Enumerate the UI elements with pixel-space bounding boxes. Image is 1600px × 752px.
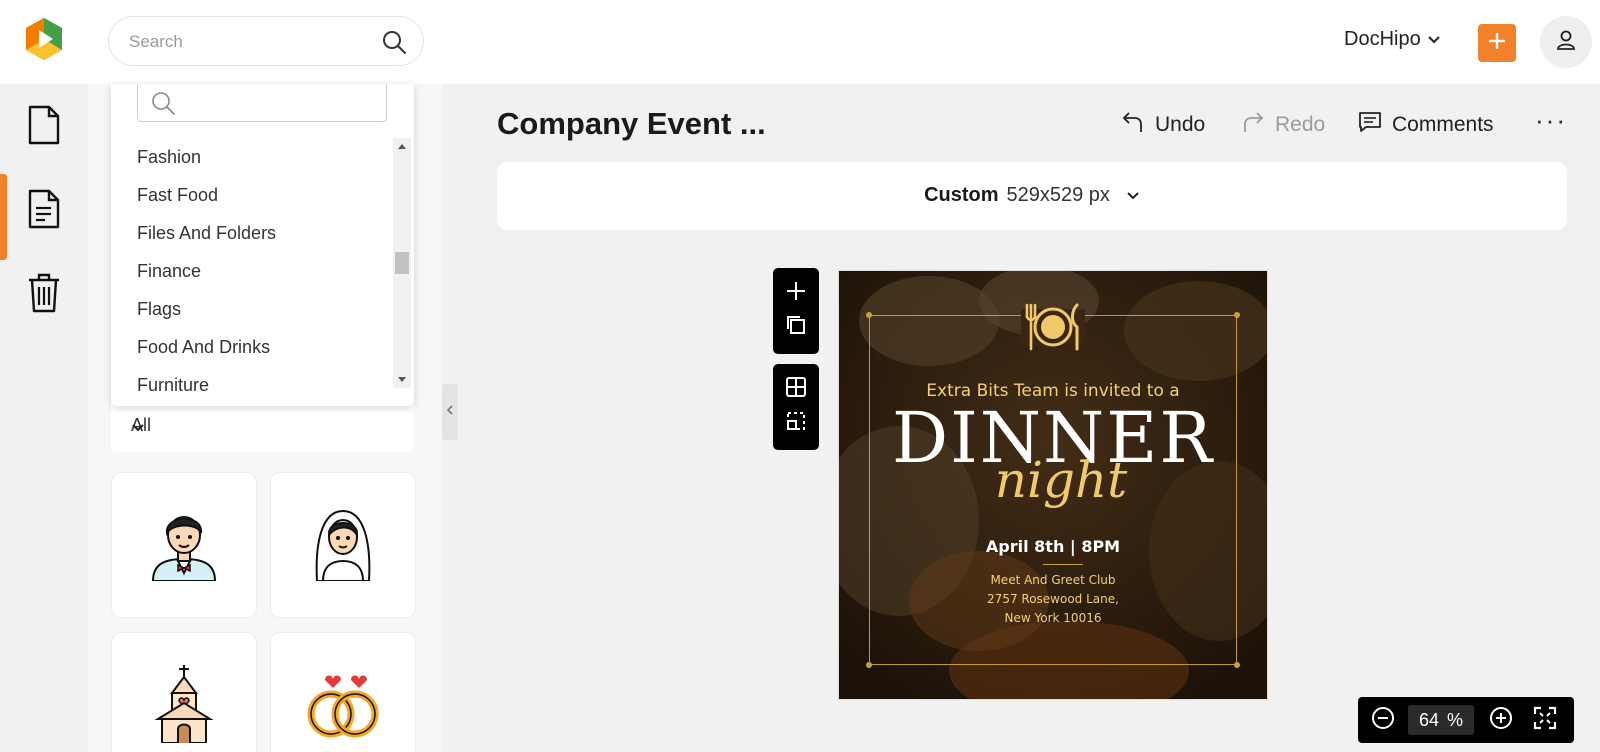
active-indicator [0,174,7,260]
zoom-in-button[interactable] [1488,706,1514,735]
category-search[interactable] [137,84,387,122]
search-icon [150,90,176,121]
account-name: DocHipo [1344,28,1421,50]
left-rail [0,84,88,752]
grid-button[interactable] [773,372,819,406]
chevron-down-icon [131,417,394,438]
fullscreen-icon [1533,706,1557,735]
page-icon [27,104,61,151]
frame-corner [1234,662,1240,668]
trash-icon [26,272,62,319]
duplicate-page-button[interactable] [773,310,819,344]
trash-tab[interactable] [24,272,64,318]
top-bar: DocHipo [0,0,1600,84]
address-line: New York 10016 [1004,611,1102,625]
category-option[interactable]: Furniture [137,366,387,404]
plate-cutlery-icon [1021,301,1085,358]
category-option[interactable]: Fashion [137,138,387,176]
scroll-down-icon[interactable] [398,377,406,382]
plus-icon [785,280,807,307]
chevron-down-icon [1126,184,1140,207]
zoom-in-icon [1489,706,1513,735]
redo-icon [1241,110,1265,140]
category-option[interactable]: Food And Drinks [137,328,387,366]
undo-label: Undo [1155,113,1206,136]
pages-tab[interactable] [24,104,64,150]
frame-corner [1234,312,1240,318]
scroll-thumb[interactable] [395,252,409,274]
copy-icon [785,314,807,341]
create-new-button[interactable] [1478,24,1516,62]
frame-corner [866,662,872,668]
size-type: Custom [924,184,999,206]
category-dropdown: Fashion Fast Food Files And Folders Fina… [111,84,414,406]
chevron-left-icon [446,403,454,421]
zoom-unit: % [1447,709,1464,730]
grid-icon [785,376,807,403]
scroll-up-icon[interactable] [398,144,406,149]
document-title[interactable]: Company Event ... [497,106,766,142]
collapse-panel-button[interactable] [442,384,458,440]
chevron-down-icon [1427,28,1441,51]
category-option[interactable]: Files And Folders [137,214,387,252]
element-tile[interactable] [111,472,257,618]
dochipo-logo[interactable] [22,16,66,62]
canvas-size-selector[interactable]: Custom 529x529 px [497,162,1567,230]
grid-toolbar [773,364,819,450]
dropdown-scrollbar[interactable] [393,138,411,388]
element-tile[interactable] [270,632,416,752]
search-input[interactable] [129,30,359,54]
frame-corner [866,312,872,318]
address-line: Meet And Greet Club [990,573,1116,587]
category-option[interactable]: Flags [137,290,387,328]
document-icon [27,188,61,235]
date-divider [1043,564,1083,565]
event-date: April 8th | 8PM [985,537,1121,556]
user-icon [1555,29,1577,56]
zoom-controls: 64 % [1358,697,1574,743]
zoom-level[interactable]: 64 % [1408,705,1474,735]
add-page-button[interactable] [773,276,819,310]
category-list: Fashion Fast Food Files And Folders Fina… [137,138,387,404]
zoom-out-button[interactable] [1370,706,1396,735]
comment-icon [1358,110,1382,140]
design-canvas[interactable]: Extra Bits Team is invited to a DINNER n… [839,271,1267,699]
groom-icon [149,505,219,586]
wedding-rings-icon [303,668,383,743]
page-toolbar [773,268,819,354]
address-line: 2757 Rosewood Lane, [987,592,1119,606]
comments-button[interactable]: Comments [1358,110,1494,140]
element-tile[interactable] [111,632,257,752]
redo-button[interactable]: Redo [1241,110,1325,140]
zoom-out-icon [1371,706,1395,735]
comments-label: Comments [1392,113,1494,136]
bride-icon [311,505,375,586]
undo-button[interactable]: Undo [1121,110,1205,140]
category-option[interactable]: Finance [137,252,387,290]
size-value: 529x529 px [1006,184,1110,206]
user-avatar[interactable] [1540,16,1592,68]
zoom-value: 64 [1418,709,1439,730]
account-menu[interactable]: DocHipo [1344,28,1441,51]
elements-tab[interactable] [24,188,64,234]
redo-label: Redo [1275,113,1326,136]
global-search[interactable] [108,16,424,66]
category-option[interactable]: Fast Food [137,176,387,214]
search-icon[interactable] [381,29,407,60]
select-area-button[interactable] [773,406,819,440]
chapel-icon [154,663,214,748]
element-tile[interactable] [270,472,416,618]
selection-icon [785,410,807,437]
script-night: night [994,451,1128,509]
plus-icon [1487,31,1507,56]
undo-icon [1121,110,1145,140]
fullscreen-button[interactable] [1532,706,1558,735]
more-options-icon[interactable]: ··· [1535,107,1567,133]
